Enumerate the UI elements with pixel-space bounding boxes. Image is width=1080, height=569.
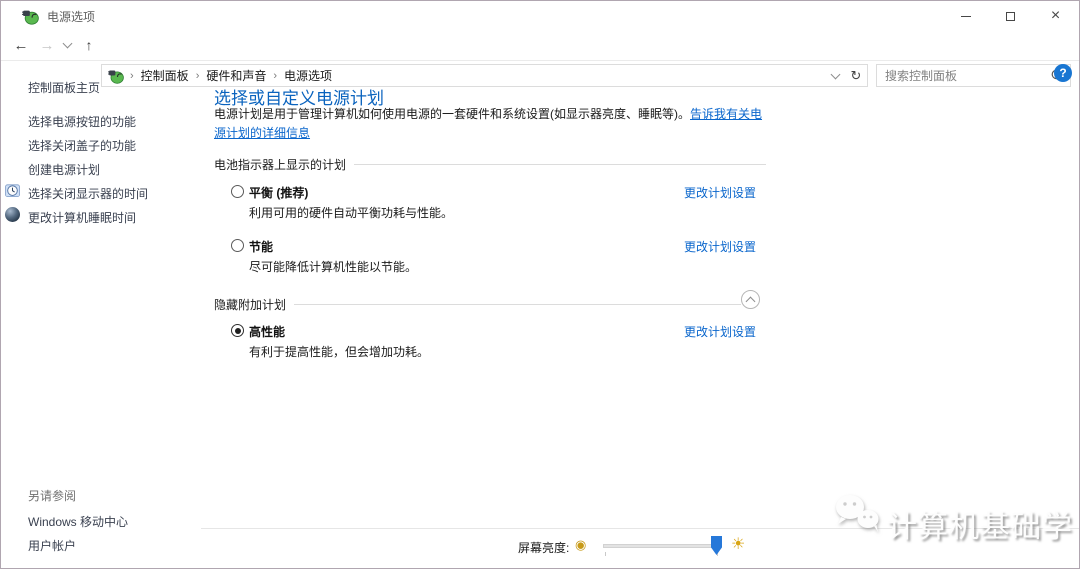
maximize-icon <box>1006 11 1015 21</box>
chevron-down-icon <box>830 69 840 79</box>
navigation-bar: ← → ↑ › 控制面板 › 硬件和声音 › 电源选项 ↻ <box>1 31 1079 87</box>
titlebar: 电源选项 × <box>1 1 1079 31</box>
close-icon: × <box>1050 7 1061 24</box>
wechat-icon <box>836 495 879 532</box>
bright-sun-icon: ☀ <box>731 536 746 553</box>
search-input[interactable] <box>877 68 1044 83</box>
breadcrumb-control-panel[interactable]: 控制面板 <box>140 67 190 84</box>
plan-description-high-performance: 有利于提高性能，但会增加功耗。 <box>249 345 430 359</box>
breadcrumb-separator-icon: › <box>273 69 278 82</box>
plan-name-balanced[interactable]: 平衡 (推荐) <box>249 184 308 201</box>
radio-high-performance-plan[interactable] <box>231 324 244 337</box>
watermark: 计算机基础学 <box>831 487 1073 546</box>
sidebar-item-control-panel-home[interactable]: 控制面板主页 <box>28 79 100 96</box>
change-plan-settings-link-balanced[interactable]: 更改计划设置 <box>684 184 756 201</box>
sidebar-item-lid-close[interactable]: 选择关闭盖子的功能 <box>28 137 136 154</box>
breadcrumb-power-options[interactable]: 电源选项 <box>283 67 333 84</box>
window-controls: × <box>943 1 1078 31</box>
brightness-slider-track[interactable] <box>603 544 718 548</box>
breadcrumb-separator-icon: › <box>195 69 200 82</box>
brightness-label: 屏幕亮度: <box>518 541 570 555</box>
refresh-button[interactable]: ↻ <box>845 64 868 87</box>
intro-text: 电源计划是用于管理计算机如何使用电源的一套硬件和系统设置(如显示器亮度、睡眠等)… <box>214 107 690 121</box>
brightness-slider-thumb[interactable] <box>711 536 722 555</box>
sidebar-item-user-accounts[interactable]: 用户帐户 <box>28 537 76 554</box>
power-plug-icon <box>22 10 39 25</box>
intro-paragraph: 电源计划是用于管理计算机如何使用电源的一套硬件和系统设置(如显示器亮度、睡眠等)… <box>214 105 770 143</box>
footer-divider <box>201 528 1079 529</box>
dim-sun-icon: ◉ <box>575 537 587 552</box>
group-rule <box>354 164 766 165</box>
change-plan-settings-link-high-performance[interactable]: 更改计划设置 <box>684 323 756 340</box>
plan-name-power-saver[interactable]: 节能 <box>249 238 273 255</box>
minimize-icon <box>960 15 971 17</box>
sidebar-item-display-off-time[interactable]: 选择关闭显示器的时间 <box>28 185 148 202</box>
slider-tick <box>605 552 606 556</box>
change-plan-settings-link-power-saver[interactable]: 更改计划设置 <box>684 238 756 255</box>
maximize-button[interactable] <box>988 1 1033 31</box>
up-button[interactable]: ↑ <box>78 32 100 58</box>
plan-description-balanced: 利用可用的硬件自动平衡功耗与性能。 <box>249 206 454 220</box>
radio-balanced-plan[interactable] <box>231 185 244 198</box>
watermark-text: 计算机基础学 <box>887 511 1073 544</box>
chevron-up-icon <box>745 296 756 306</box>
chevron-down-icon <box>62 38 72 49</box>
power-plug-icon <box>108 70 124 84</box>
minimize-button[interactable] <box>943 1 988 31</box>
forward-button[interactable]: → <box>35 32 59 58</box>
search-box <box>876 64 1071 87</box>
address-bar[interactable]: › 控制面板 › 硬件和声音 › 电源选项 <box>101 64 846 87</box>
window-title: 电源选项 <box>47 9 96 24</box>
breadcrumb-separator-icon: › <box>130 69 134 82</box>
battery-plans-group-label: 电池指示器上显示的计划 <box>214 158 347 172</box>
sidebar-item-power-buttons[interactable]: 选择电源按钮的功能 <box>28 113 136 130</box>
recent-pages-dropdown[interactable] <box>60 32 74 58</box>
collapse-hidden-plans-button[interactable] <box>741 290 760 309</box>
hidden-plans-group-header: 隐藏附加计划 <box>214 296 741 313</box>
address-dropdown[interactable] <box>825 69 845 79</box>
breadcrumb-hardware-sound[interactable]: 硬件和声音 <box>205 67 267 84</box>
radio-power-saver-plan[interactable] <box>231 239 244 252</box>
clock-icon <box>5 184 20 198</box>
hidden-plans-group-label: 隐藏附加计划 <box>214 298 287 312</box>
sidebar-item-create-plan[interactable]: 创建电源计划 <box>28 161 100 178</box>
sidebar-item-sleep-time[interactable]: 更改计算机睡眠时间 <box>28 209 136 226</box>
power-options-window: 电源选项 × ← → ↑ › 控制面板 › 硬件和声音 › 电源选项 ↻ 搜索控… <box>0 0 1080 569</box>
close-button[interactable]: × <box>1033 1 1078 31</box>
plan-description-power-saver: 尽可能降低计算机性能以节能。 <box>249 260 418 274</box>
sleep-icon <box>5 207 20 222</box>
battery-plans-group-header: 电池指示器上显示的计划 <box>214 156 766 173</box>
see-also-header: 另请参阅 <box>28 489 77 503</box>
group-rule <box>294 304 741 305</box>
plan-name-high-performance[interactable]: 高性能 <box>249 323 285 340</box>
back-button[interactable]: ← <box>9 32 33 58</box>
help-button[interactable]: ? <box>1054 64 1072 82</box>
sidebar-item-mobility-center[interactable]: Windows 移动中心 <box>28 513 128 530</box>
